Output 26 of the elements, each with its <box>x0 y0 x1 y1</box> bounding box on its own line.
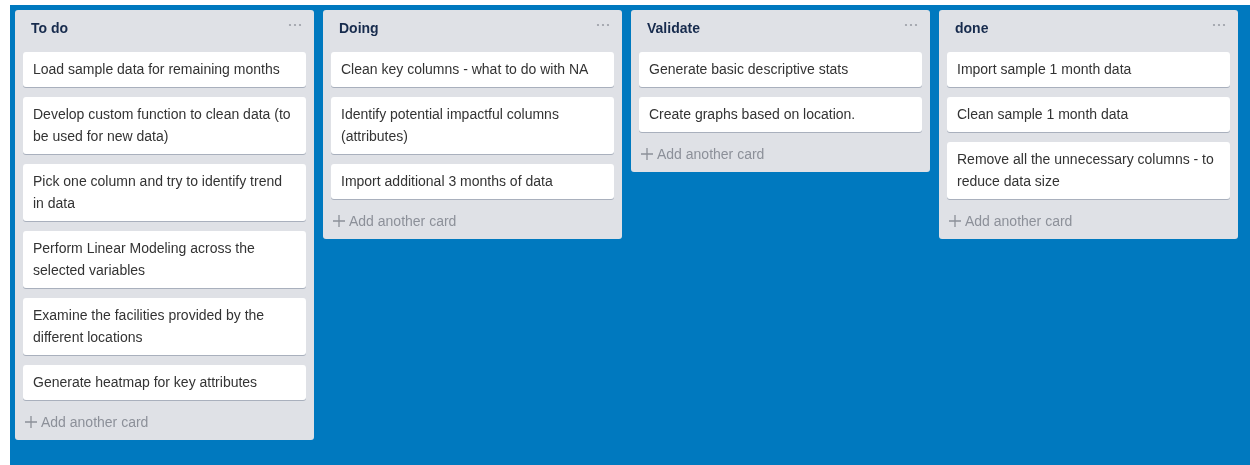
task-card[interactable]: Pick one column and try to identify trend in data <box>23 164 306 221</box>
more-icon[interactable] <box>1212 23 1226 27</box>
plus-icon <box>641 148 653 160</box>
task-card[interactable]: Import sample 1 month data <box>947 52 1230 87</box>
more-icon[interactable] <box>596 23 610 27</box>
task-card[interactable]: Identify potential impactful columns (attributes) <box>331 97 614 154</box>
task-card[interactable]: Develop custom function to clean data (to be used for new data) <box>23 97 306 154</box>
task-card[interactable]: Remove all the unnecessary columns - to reduce data size <box>947 142 1230 199</box>
task-card[interactable]: Generate heatmap for key attributes <box>23 365 306 400</box>
plus-icon <box>25 416 37 428</box>
list-title: Validate <box>646 20 700 36</box>
task-card[interactable]: Load sample data for remaining months <box>23 52 306 87</box>
task-card[interactable]: Clean sample 1 month data <box>947 97 1230 132</box>
task-card[interactable]: Import additional 3 months of data <box>331 164 614 199</box>
list-title: To do <box>30 20 69 36</box>
task-card[interactable]: Examine the facilities provided by the different locations <box>23 298 306 355</box>
more-icon[interactable] <box>288 23 302 27</box>
task-card[interactable]: Perform Linear Modeling across the selected variables <box>23 231 306 288</box>
plus-icon <box>333 215 345 227</box>
list-title: done <box>954 20 989 36</box>
task-card[interactable]: Clean key columns - what to do with NA <box>331 52 614 87</box>
task-card[interactable]: Generate basic descriptive stats <box>639 52 922 87</box>
task-card[interactable]: Create graphs based on location. <box>639 97 922 132</box>
list-title: Doing <box>338 20 379 36</box>
more-icon[interactable] <box>904 23 918 27</box>
plus-icon <box>949 215 961 227</box>
